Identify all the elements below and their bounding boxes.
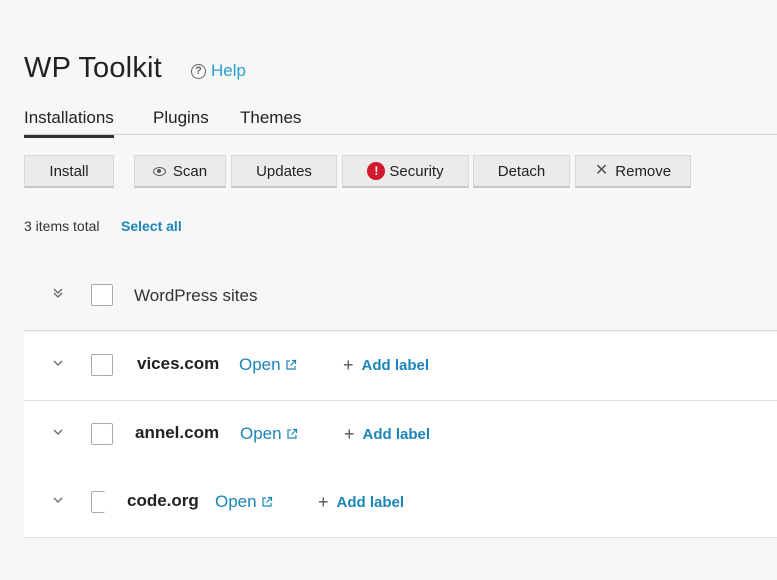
tab-bar: Installations Plugins Themes <box>24 104 777 138</box>
security-label: Security <box>389 162 444 180</box>
open-link[interactable]: Open <box>239 355 297 375</box>
open-label: Open <box>215 492 257 511</box>
site-name[interactable]: code.org <box>127 491 199 511</box>
table-row: code.org Open + Add label <box>24 469 777 538</box>
scan-label: Scan <box>172 162 208 180</box>
x-icon: ✕ <box>594 162 609 179</box>
detach-label: Detach <box>497 162 546 180</box>
site-name[interactable]: vices.com <box>137 354 219 374</box>
add-label-text: Add label <box>362 425 431 443</box>
group-checkbox[interactable] <box>91 284 113 306</box>
table-row: annel.com Open + Add label <box>24 401 777 470</box>
group-label: WordPress sites <box>134 286 258 305</box>
tab-plugins[interactable]: Plugins <box>153 108 209 135</box>
updates-label: Updates <box>256 162 312 180</box>
add-label-button[interactable]: + Add label <box>343 356 429 374</box>
external-link-icon <box>285 359 297 371</box>
external-link-icon <box>286 428 298 440</box>
site-name[interactable]: annel.com <box>135 423 219 443</box>
group-row: WordPress sites <box>24 262 777 331</box>
open-link[interactable]: Open <box>240 424 298 444</box>
chevron-down-icon[interactable] <box>51 356 65 370</box>
eye-icon <box>152 166 166 176</box>
row-checkbox[interactable] <box>91 423 113 445</box>
open-link[interactable]: Open <box>215 492 273 512</box>
row-checkbox[interactable] <box>91 354 113 376</box>
plus-icon: + <box>344 424 355 444</box>
tab-themes[interactable]: Themes <box>240 108 301 135</box>
add-label-button[interactable]: + Add label <box>344 425 430 443</box>
plus-icon: + <box>343 355 354 375</box>
select-all-link[interactable]: Select all <box>121 218 182 234</box>
security-button[interactable]: ! Security <box>342 155 469 188</box>
add-label-text: Add label <box>361 356 430 374</box>
open-label: Open <box>240 424 282 443</box>
external-link-icon <box>261 496 273 508</box>
chevron-down-icon[interactable] <box>51 425 65 439</box>
chevron-down-icon[interactable] <box>51 493 65 507</box>
add-label-button[interactable]: + Add label <box>318 493 404 511</box>
remove-button[interactable]: ✕ Remove <box>575 155 691 188</box>
row-checkbox[interactable] <box>91 491 105 513</box>
install-button[interactable]: Install <box>24 155 114 188</box>
remove-label: Remove <box>615 162 672 180</box>
install-label: Install <box>49 162 89 180</box>
table-row: vices.com Open + Add label <box>24 332 777 401</box>
alert-icon: ! <box>367 162 386 180</box>
help-link[interactable]: ? Help <box>191 61 246 81</box>
scan-button[interactable]: Scan <box>134 155 226 188</box>
detach-button[interactable]: Detach <box>473 155 570 188</box>
double-chevron-down-icon[interactable] <box>51 286 65 300</box>
open-label: Open <box>239 355 281 374</box>
plus-icon: + <box>318 492 329 512</box>
updates-button[interactable]: Updates <box>231 155 337 188</box>
tab-installations[interactable]: Installations <box>24 108 114 138</box>
items-count: 3 items total <box>24 218 100 234</box>
help-label: Help <box>211 61 246 80</box>
page-title: WP Toolkit <box>24 52 162 84</box>
question-circle-icon: ? <box>191 63 206 79</box>
add-label-text: Add label <box>336 493 405 511</box>
